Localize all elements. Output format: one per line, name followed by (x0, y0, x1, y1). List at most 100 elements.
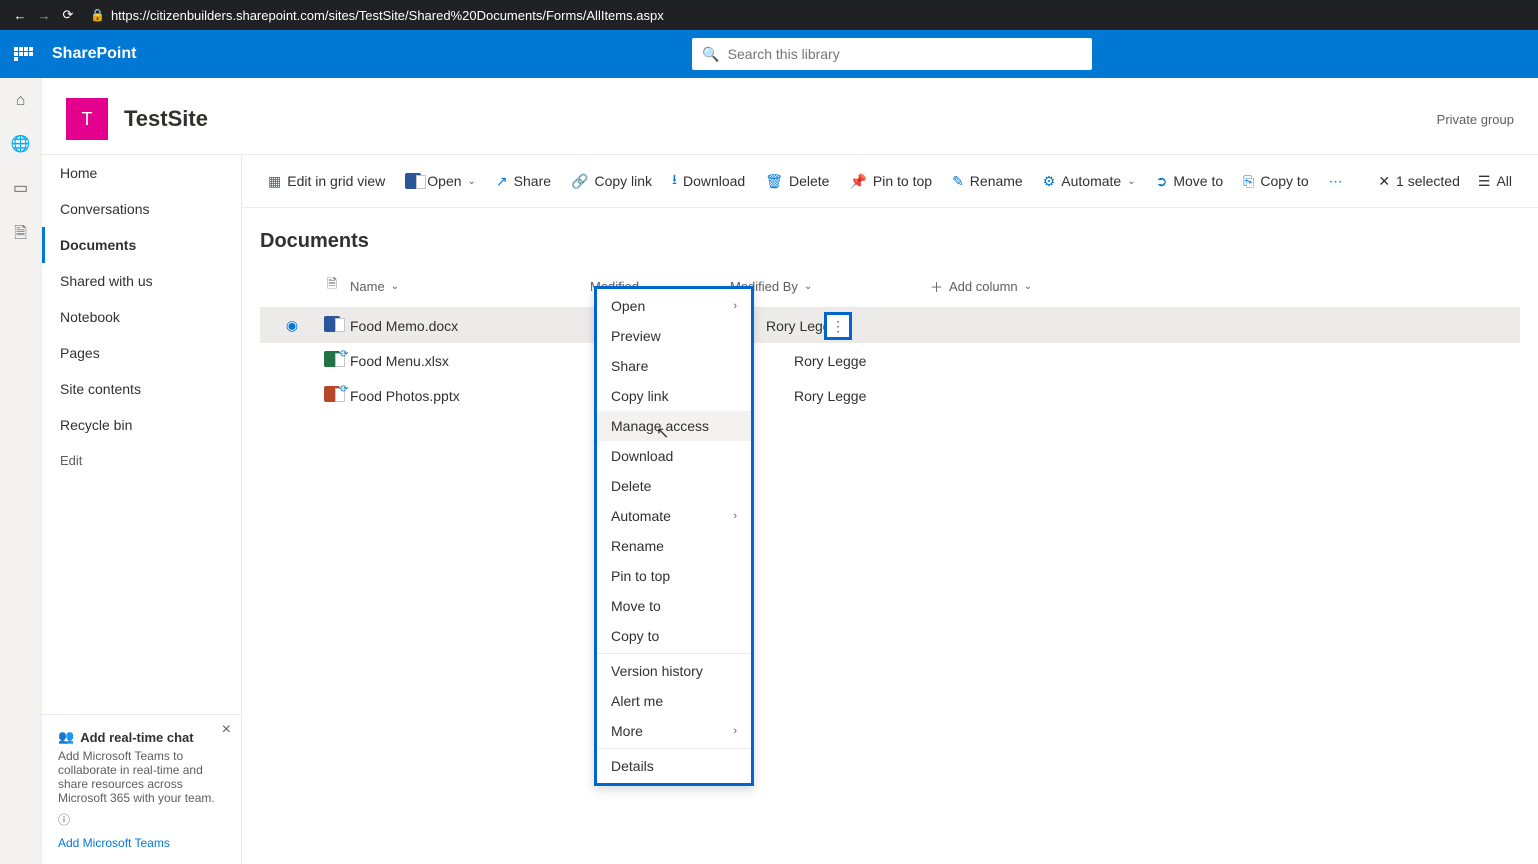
file-name[interactable]: Food Memo.docx (350, 318, 590, 334)
copy-icon: ⎘ (1243, 173, 1254, 190)
overflow-button[interactable]: ⋯ (1321, 169, 1351, 194)
forward-button[interactable]: → (32, 8, 56, 23)
nav-home[interactable]: Home (42, 155, 241, 191)
chevron-down-icon: ⌄ (1127, 176, 1135, 187)
edit-grid-button[interactable]: ▦Edit in grid view (260, 169, 393, 194)
page-title: Documents (260, 230, 1520, 253)
pin-icon: 📌 (849, 173, 866, 190)
clear-selection-button[interactable]: ✕1 selected (1378, 173, 1460, 190)
ctx-manage-access[interactable]: Manage access (597, 411, 751, 441)
list-icon: ☰ (1478, 173, 1491, 190)
automate-button[interactable]: ⚙Automate⌄ (1035, 169, 1144, 194)
teams-link[interactable]: Add Microsoft Teams (58, 836, 225, 850)
reload-button[interactable]: ⟳ (56, 7, 80, 23)
close-icon: ✕ (1378, 173, 1390, 190)
ctx-alert[interactable]: Alert me (597, 686, 751, 716)
nav-conversations[interactable]: Conversations (42, 191, 241, 227)
table-row[interactable]: Food Photos.pptx Rory Legge (260, 378, 1520, 413)
teams-promo: × 👥 Add real-time chat Add Microsoft Team… (42, 714, 241, 864)
ctx-share[interactable]: Share (597, 351, 751, 381)
ctx-rename[interactable]: Rename (597, 531, 751, 561)
home-icon[interactable]: ⌂ (16, 92, 26, 110)
nav-documents[interactable]: Documents (42, 227, 241, 263)
trash-icon: 🗑 (765, 173, 783, 190)
link-icon: 🔗 (571, 173, 588, 190)
pin-button[interactable]: 📌Pin to top (841, 169, 940, 194)
chevron-right-icon: › (733, 300, 737, 312)
info-icon[interactable]: ⓘ (58, 811, 225, 828)
move-icon: ➲ (1156, 173, 1168, 190)
more-icon: ⋯ (1329, 173, 1343, 190)
lock-icon: 🔒 (90, 8, 105, 22)
ctx-details[interactable]: Details (597, 751, 751, 781)
ctx-pin[interactable]: Pin to top (597, 561, 751, 591)
nav-recycle[interactable]: Recycle bin (42, 407, 241, 443)
modified-by: Rory Legge (766, 318, 966, 334)
modified-by: Rory Legge (794, 353, 994, 369)
site-header: T TestSite Private group (42, 78, 1538, 155)
delete-button[interactable]: 🗑Delete (757, 169, 837, 194)
ctx-download[interactable]: Download (597, 441, 751, 471)
back-button[interactable]: ← (8, 8, 32, 23)
modified-by: Rory Legge (794, 388, 994, 404)
suite-header: SharePoint 🔍 (0, 30, 1538, 78)
globe-icon[interactable]: 🌐 (11, 134, 31, 154)
view-toggle[interactable]: ☰All (1470, 169, 1520, 194)
table-row[interactable]: ◉ Food Memo.docx ↗ ⋮ Rory Legge (260, 308, 1520, 343)
word-file-icon (324, 316, 340, 332)
teams-title: Add real-time chat (80, 730, 193, 745)
browser-bar: ← → ⟳ 🔒 https://citizenbuilders.sharepoi… (0, 0, 1538, 30)
search-box[interactable]: 🔍 (692, 38, 1092, 70)
files-icon[interactable]: 🗎 (14, 222, 27, 249)
chevron-down-icon: ⌄ (468, 176, 476, 187)
close-icon[interactable]: × (222, 721, 231, 739)
powerpoint-file-icon (324, 386, 340, 402)
brand-label: SharePoint (52, 45, 136, 63)
file-name[interactable]: Food Menu.xlsx (350, 353, 590, 369)
search-input[interactable] (728, 46, 1083, 62)
open-button[interactable]: Open⌄ (397, 169, 484, 193)
ctx-preview[interactable]: Preview (597, 321, 751, 351)
ctx-delete[interactable]: Delete (597, 471, 751, 501)
address-bar[interactable]: 🔒 https://citizenbuilders.sharepoint.com… (90, 8, 664, 23)
chevron-right-icon: › (733, 510, 737, 522)
command-bar: ▦Edit in grid view Open⌄ ↗Share 🔗Copy li… (242, 155, 1538, 208)
ctx-open[interactable]: Open› (597, 291, 751, 321)
download-button[interactable]: ⭳Download (664, 165, 753, 197)
app-launcher-icon[interactable] (10, 43, 38, 65)
nav-pages[interactable]: Pages (42, 335, 241, 371)
move-button[interactable]: ➲Move to (1148, 169, 1232, 194)
table-row[interactable]: Food Menu.xlsx Rory Legge (260, 343, 1520, 378)
context-menu: Open› Preview Share Copy link Manage acc… (594, 286, 754, 786)
copy-link-button[interactable]: 🔗Copy link (563, 169, 660, 194)
ctx-more[interactable]: More› (597, 716, 751, 746)
column-headers: 🗎 Name⌄ Modified⌄ Modified By⌄ ＋Add colu… (260, 265, 1520, 308)
add-column-button[interactable]: ＋Add column⌄ (930, 277, 1070, 296)
nav-notebook[interactable]: Notebook (42, 299, 241, 335)
nav-shared[interactable]: Shared with us (42, 263, 241, 299)
nav-edit[interactable]: Edit (42, 443, 241, 478)
news-icon[interactable]: ▭ (13, 178, 28, 198)
grid-icon: ▦ (268, 173, 281, 190)
share-button[interactable]: ↗Share (488, 169, 559, 194)
file-type-header[interactable]: 🗎 (314, 275, 350, 297)
ctx-move[interactable]: Move to (597, 591, 751, 621)
ctx-copylink[interactable]: Copy link (597, 381, 751, 411)
ctx-copy[interactable]: Copy to (597, 621, 751, 651)
selected-check-icon[interactable]: ◉ (270, 317, 314, 334)
copy-button[interactable]: ⎘Copy to (1235, 169, 1316, 194)
chevron-down-icon: ⌄ (1024, 281, 1032, 292)
file-name[interactable]: Food Photos.pptx (350, 388, 590, 404)
plus-icon: ＋ (930, 277, 943, 296)
modifiedby-header[interactable]: Modified By⌄ (730, 279, 930, 294)
row-more-button[interactable]: ⋮ (824, 312, 852, 340)
rename-button[interactable]: ✎Rename (944, 169, 1031, 194)
name-header[interactable]: Name⌄ (350, 279, 590, 294)
site-logo[interactable]: T (66, 98, 108, 140)
teams-icon: 👥 (58, 729, 74, 745)
chevron-down-icon: ⌄ (391, 281, 399, 292)
nav-site-contents[interactable]: Site contents (42, 371, 241, 407)
ctx-version[interactable]: Version history (597, 656, 751, 686)
chevron-down-icon: ⌄ (804, 281, 812, 292)
ctx-automate[interactable]: Automate› (597, 501, 751, 531)
